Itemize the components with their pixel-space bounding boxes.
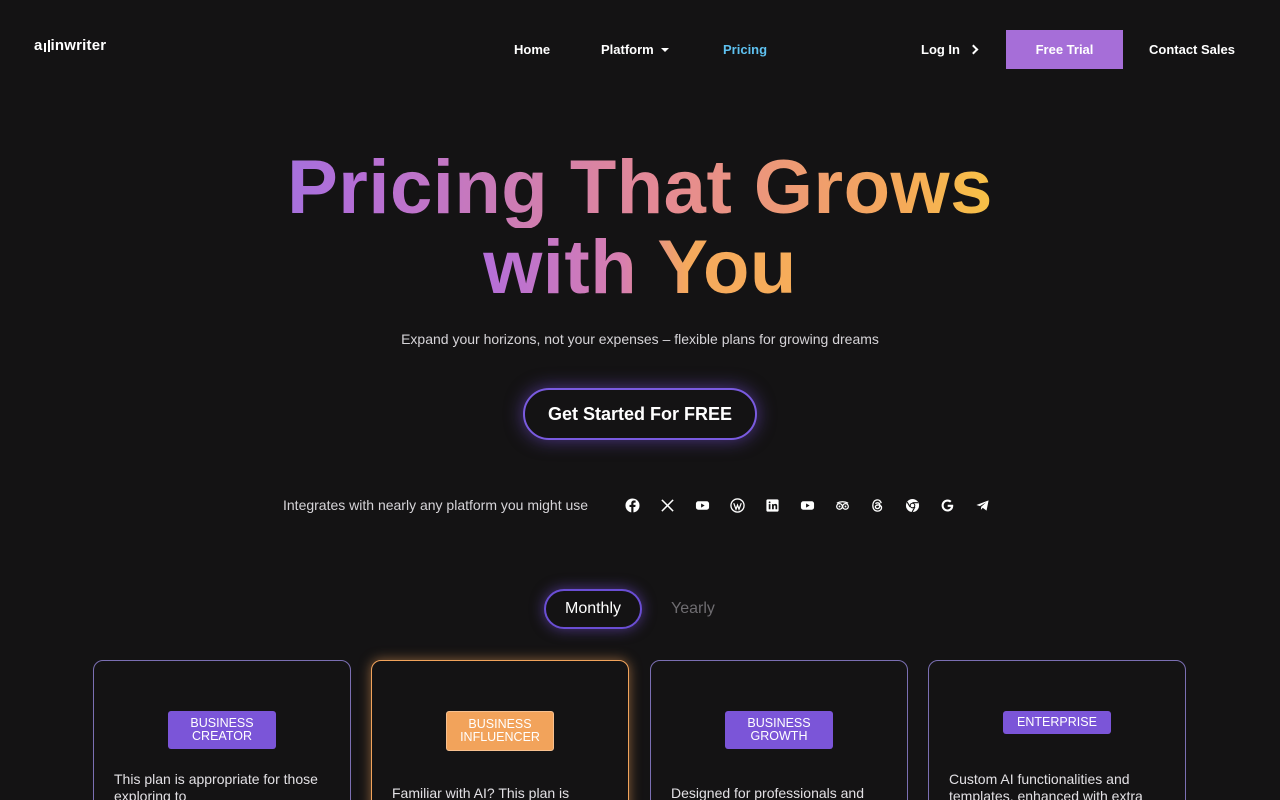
caret-down-icon <box>660 47 669 52</box>
integrations-label: Integrates with nearly any platform you … <box>283 497 589 513</box>
x-icon[interactable] <box>659 497 675 513</box>
plan-badge: BUSINESS INFLUENCER <box>446 711 554 751</box>
plan-description-line-2: exploring to <box>114 788 187 800</box>
plan-card-business-growth[interactable]: BUSINESS GROWTH Designed for professiona… <box>650 660 908 800</box>
plan-description-line-1: Designed for professionals and <box>671 785 865 800</box>
plan-badge-line-2: GROWTH <box>750 729 808 743</box>
billing-monthly-toggle[interactable]: Monthly <box>544 589 642 629</box>
plan-description-line-2: templates, enhanced with extra <box>949 788 1143 800</box>
get-started-button[interactable]: Get Started For FREE <box>523 388 757 440</box>
plan-description: This plan is appropriate for those explo… <box>114 771 334 800</box>
top-nav: a inwriter Home Platform Pricing Log In … <box>0 0 1280 98</box>
nav-home-link[interactable]: Home <box>514 42 550 57</box>
billing-yearly-toggle[interactable]: Yearly <box>671 600 715 618</box>
tripadvisor-icon[interactable] <box>834 497 850 513</box>
plan-description: Designed for professionals and <box>671 785 891 800</box>
hero-title-line-2: with You <box>483 225 797 310</box>
logo[interactable]: a inwriter <box>34 37 106 54</box>
nav-platform-label: Platform <box>601 42 654 57</box>
plan-badge-line-2: CREATOR <box>192 729 252 743</box>
chevron-right-icon <box>968 44 979 55</box>
hero-title-line-1: Pricing That Grows <box>0 148 1280 228</box>
google-icon[interactable] <box>939 497 955 513</box>
plan-description-line-1: Familiar with AI? This plan is <box>392 785 570 800</box>
linkedin-icon[interactable] <box>764 497 780 513</box>
nav-login-link[interactable]: Log In <box>921 42 979 57</box>
plan-description: Custom AI functionalities and templates,… <box>949 771 1169 800</box>
plan-badge-line-1: BUSINESS <box>468 717 532 731</box>
nav-pricing-link[interactable]: Pricing <box>723 42 767 57</box>
youtube-icon[interactable] <box>694 497 710 513</box>
facebook-icon[interactable] <box>624 497 640 513</box>
plan-description-line-1: Custom AI functionalities and <box>949 771 1130 787</box>
youtube-icon[interactable] <box>799 497 815 513</box>
logo-bars-icon <box>43 39 50 52</box>
nav-login-label: Log In <box>921 42 960 57</box>
plan-card-business-creator[interactable]: BUSINESS CREATOR This plan is appropriat… <box>93 660 351 800</box>
chrome-icon[interactable] <box>904 497 920 513</box>
logo-text-suffix: inwriter <box>50 37 107 54</box>
plan-badge: BUSINESS GROWTH <box>725 711 833 749</box>
free-trial-button[interactable]: Free Trial <box>1006 30 1123 69</box>
plan-badge: BUSINESS CREATOR <box>168 711 276 749</box>
plan-description-line-1: This plan is appropriate for those <box>114 771 318 787</box>
plan-badge-line-1: BUSINESS <box>747 716 811 730</box>
plan-card-business-influencer[interactable]: BUSINESS INFLUENCER Familiar with AI? Th… <box>371 660 629 800</box>
plan-card-enterprise[interactable]: ENTERPRISE Custom AI functionalities and… <box>928 660 1186 800</box>
integrations-icon-row <box>624 497 990 513</box>
plan-badge: ENTERPRISE <box>1003 711 1111 734</box>
telegram-icon[interactable] <box>974 497 990 513</box>
plan-description: Familiar with AI? This plan is <box>392 785 612 800</box>
contact-sales-link[interactable]: Contact Sales <box>1149 42 1235 57</box>
plan-badge-line-1: ENTERPRISE <box>1017 715 1097 729</box>
nav-platform-dropdown[interactable]: Platform <box>601 42 669 57</box>
plan-badge-line-2: INFLUENCER <box>460 730 540 744</box>
hero-title: Pricing That Grows with You <box>0 148 1280 308</box>
plan-badge-line-1: BUSINESS <box>190 716 254 730</box>
logo-text-prefix: a <box>34 37 43 54</box>
threads-icon[interactable] <box>869 497 885 513</box>
wordpress-icon[interactable] <box>729 497 745 513</box>
hero-subtitle: Expand your horizons, not your expenses … <box>401 331 879 347</box>
